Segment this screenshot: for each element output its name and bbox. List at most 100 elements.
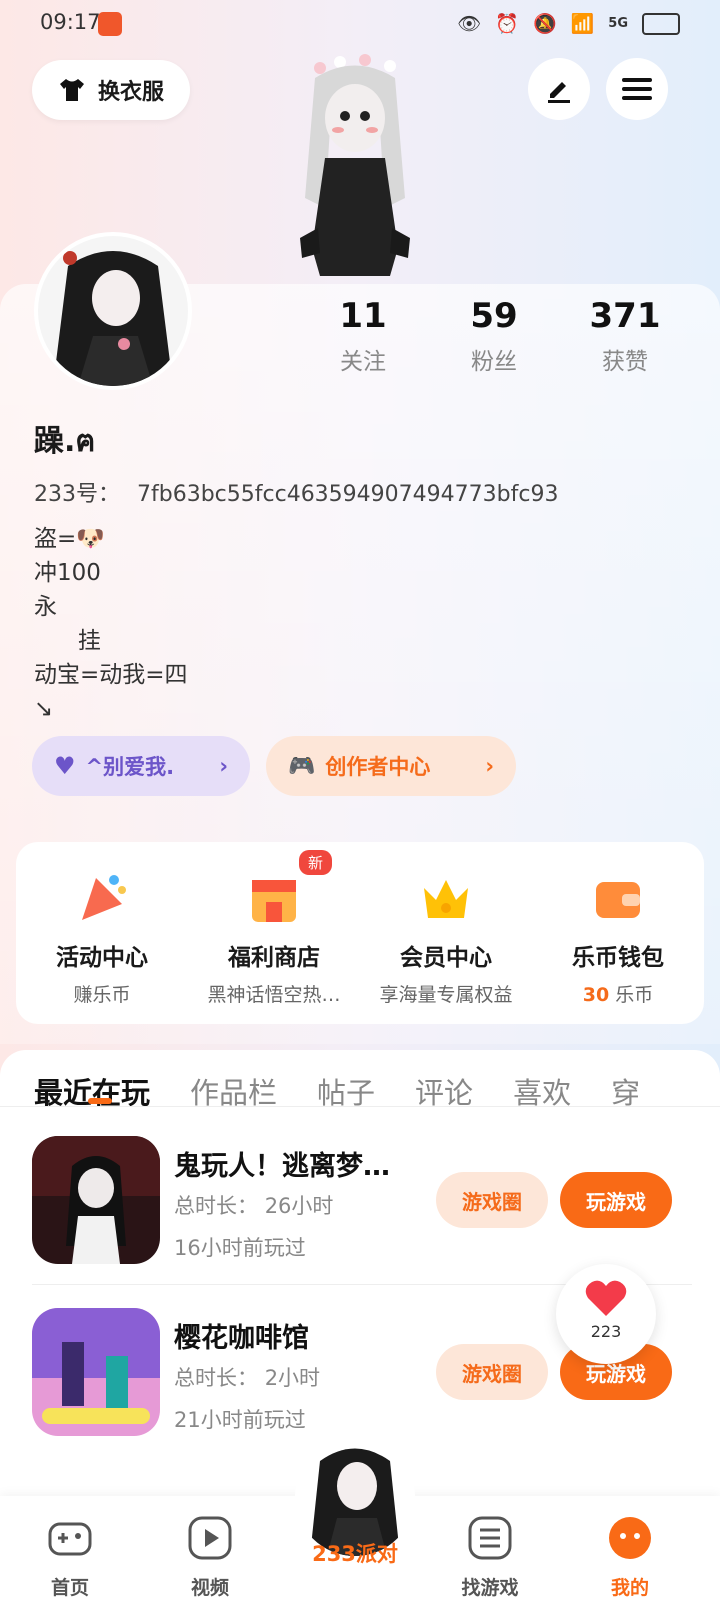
service-title: 活动中心 <box>56 945 148 971</box>
coin-unit: 乐币 <box>615 984 654 1006</box>
nav-label: 视频 <box>190 1577 229 1599</box>
alarm-icon: ⏰ <box>495 13 519 35</box>
bottom-nav: 首页 视频 233派对 找游戏 我的 <box>0 1436 720 1612</box>
user-bio: 盗=🐶 冲100 永 挂 动宝=动我=四 ↘ <box>34 526 188 722</box>
service-title: 会员中心 <box>400 945 492 971</box>
service-title: 乐币钱包 <box>572 945 664 971</box>
stat-likes[interactable]: 371 获赞 <box>580 296 670 376</box>
new-badge: 新 <box>299 850 333 875</box>
crown-icon <box>424 880 468 918</box>
love-chip-label: ^别爱我. <box>85 755 175 779</box>
game-duration: 总时长： 2小时 <box>174 1362 320 1392</box>
service-subtitle: 赚乐币 <box>73 984 131 1006</box>
stat-label: 粉丝 <box>471 349 517 375</box>
network-label: 5G <box>608 16 628 31</box>
outfit-label: 换衣服 <box>97 80 164 105</box>
avatar-3d-figure[interactable] <box>290 48 420 278</box>
stat-value: 59 <box>470 296 518 336</box>
service-title: 福利商店 <box>228 945 320 971</box>
nav-label: 233派对 <box>312 1542 398 1566</box>
game-duration-value: 26小时 <box>264 1194 334 1218</box>
heart-icon <box>585 1280 627 1316</box>
creator-chip-label: 创作者中心 <box>325 755 431 779</box>
service-coin-wallet[interactable]: 乐币钱包 30 乐币 <box>533 842 703 1024</box>
active-tab-indicator <box>88 1098 112 1104</box>
game-last-played: 16小时前玩过 <box>174 1236 306 1260</box>
nav-label: 首页 <box>50 1577 89 1599</box>
game-duration: 总时长： 26小时 <box>174 1190 333 1220</box>
list-icon <box>468 1516 512 1560</box>
user-id-label: 233号： <box>34 482 120 507</box>
stat-value: 371 <box>589 296 661 336</box>
stat-value: 11 <box>339 296 387 336</box>
game-last-played: 21小时前玩过 <box>174 1408 306 1432</box>
nav-home[interactable]: 首页 <box>20 1514 120 1600</box>
mute-icon: 🔕 <box>532 13 557 35</box>
user-id-value: 7fb63bc55fcc463594907494773bfc93 <box>137 482 559 507</box>
game-thumbnail[interactable] <box>32 1308 160 1436</box>
services-panel: 活动中心 赚乐币 新 福利商店 黑神话悟空热… 会员中心 享海量专属权益 乐币钱… <box>16 842 704 1024</box>
nav-find-games[interactable]: 找游戏 <box>440 1514 540 1600</box>
game-thumbnail[interactable] <box>32 1136 160 1264</box>
app-notification-icon <box>98 12 122 36</box>
service-subtitle: 30 乐币 <box>533 980 703 1007</box>
service-subtitle: 享海量专属权益 <box>379 984 513 1006</box>
eye-icon: 👁 <box>457 13 482 35</box>
game-duration-label: 总时长： <box>174 1194 258 1218</box>
creator-center-chip[interactable]: 🎮 创作者中心 › <box>266 736 516 796</box>
play-video-icon <box>188 1516 232 1560</box>
love-chip[interactable]: ♥ ^别爱我. › <box>32 736 250 796</box>
shop-icon <box>252 880 296 922</box>
user-avatar[interactable] <box>34 232 192 390</box>
party-popper-icon <box>82 875 126 920</box>
game-duration-label: 总时长： <box>174 1366 258 1390</box>
status-icons: 👁 ⏰ 🔕 📶 5G <box>457 12 680 35</box>
service-vip-center[interactable]: 会员中心 享海量专属权益 <box>361 842 531 1024</box>
game-circle-button[interactable]: 游戏圈 <box>436 1172 548 1228</box>
gamepad-icon <box>48 1522 92 1556</box>
stat-following[interactable]: 11 关注 <box>318 296 408 376</box>
nav-video[interactable]: 视频 <box>160 1514 260 1600</box>
menu-icon <box>622 78 652 100</box>
user-name: 躁.ฅ <box>34 424 96 459</box>
status-time: 09:17 <box>40 10 101 34</box>
chevron-right-icon: › <box>485 754 494 778</box>
service-activity-center[interactable]: 活动中心 赚乐币 <box>17 842 187 1024</box>
user-id-row[interactable]: 233号： 7fb63bc55fcc463594907494773bfc93 <box>34 476 558 508</box>
stat-label: 关注 <box>340 349 386 375</box>
service-welfare-shop[interactable]: 新 福利商店 黑神话悟空热… <box>189 842 359 1024</box>
outfit-button[interactable]: 换衣服 <box>32 60 190 120</box>
chevron-right-icon: › <box>219 754 228 778</box>
nav-233-party[interactable]: 233派对 <box>290 1436 420 1568</box>
coin-balance: 30 <box>582 984 610 1006</box>
edit-button[interactable] <box>528 58 590 120</box>
floating-like-button[interactable]: 223 <box>556 1264 656 1364</box>
profile-face-icon <box>609 1517 651 1559</box>
game-circle-button[interactable]: 游戏圈 <box>436 1344 548 1400</box>
gamepad-icon: 🎮 <box>288 753 316 779</box>
wallet-icon <box>596 882 640 918</box>
avatar-image <box>38 236 188 386</box>
wifi-icon: 📶 <box>570 13 595 35</box>
game-name: 樱花咖啡馆 <box>174 1323 309 1354</box>
service-subtitle: 黑神话悟空热… <box>207 984 341 1006</box>
heart-icon: ♥ <box>54 752 76 780</box>
game-cover-image <box>32 1308 160 1436</box>
pen-icon <box>548 82 570 103</box>
stat-fans[interactable]: 59 粉丝 <box>449 296 539 376</box>
character-figure-image <box>300 54 410 276</box>
game-cover-image <box>32 1136 160 1264</box>
game-duration-value: 2小时 <box>264 1366 321 1390</box>
battery-icon <box>642 12 680 35</box>
nav-label: 找游戏 <box>461 1577 519 1599</box>
menu-button[interactable] <box>606 58 668 120</box>
shirt-icon <box>59 79 84 101</box>
game-row[interactable]: 鬼玩人！逃离梦… 总时长： 26小时 16小时前玩过 游戏圈 玩游戏 <box>32 1136 692 1266</box>
like-count: 223 <box>590 1322 622 1341</box>
nav-label: 我的 <box>610 1577 649 1599</box>
stat-label: 获赞 <box>602 349 648 375</box>
play-game-button[interactable]: 玩游戏 <box>560 1172 672 1228</box>
tabs-divider <box>0 1106 720 1107</box>
nav-me[interactable]: 我的 <box>580 1514 680 1600</box>
game-name: 鬼玩人！逃离梦… <box>174 1151 390 1182</box>
